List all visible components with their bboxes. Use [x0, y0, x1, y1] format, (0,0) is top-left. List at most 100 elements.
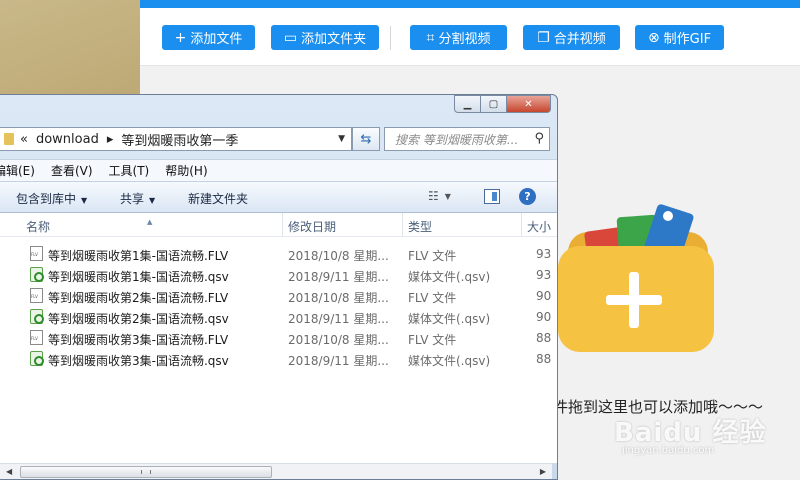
- share-label: 共享: [120, 192, 145, 206]
- file-name: 等到烟暖雨收第3集-国语流畅.qsv: [48, 354, 229, 368]
- add-folder-label: 添加文件夹: [301, 32, 367, 47]
- include-in-library-button[interactable]: 包含到库中 ▼: [16, 190, 87, 207]
- column-name[interactable]: 名称: [26, 218, 50, 235]
- merge-video-label: 合并视频: [553, 32, 606, 47]
- column-divider[interactable]: [521, 213, 522, 237]
- file-type: 媒体文件(.qsv): [408, 270, 491, 284]
- column-size[interactable]: 大小: [527, 218, 551, 235]
- menu-edit[interactable]: 编辑(E): [0, 162, 35, 179]
- file-date: 2018/9/11 星期...: [288, 270, 389, 284]
- column-divider[interactable]: [402, 213, 403, 237]
- file-date: 2018/9/11 星期...: [288, 354, 389, 368]
- refresh-icon: ⇆: [360, 131, 372, 147]
- menu-tools[interactable]: 工具(T): [109, 162, 150, 179]
- help-icon[interactable]: ?: [519, 188, 536, 205]
- file-row[interactable]: 等到烟暖雨收第1集-国语流畅.qsv 2018/9/11 星期... 媒体文件(…: [0, 264, 557, 285]
- file-size: 90: [536, 289, 552, 303]
- file-name: 等到烟暖雨收第1集-国语流畅.FLV: [48, 249, 229, 263]
- breadcrumb-overflow[interactable]: «: [20, 132, 28, 147]
- address-row: « download ▸ 等到烟暖雨收第一季 ▼ ⇆ 搜索 等到烟暖雨收第...…: [0, 127, 557, 151]
- menu-help[interactable]: 帮助(H): [165, 162, 207, 179]
- menu-view[interactable]: 查看(V): [51, 162, 93, 179]
- make-gif-button[interactable]: ⊗ 制作GIF: [635, 25, 724, 50]
- qsv-file-icon: [30, 351, 44, 366]
- file-row[interactable]: 等到烟暖雨收第2集-国语流畅.FLV 2018/10/8 星期... FLV 文…: [0, 285, 557, 306]
- merge-icon: ❐: [537, 29, 550, 46]
- horizontal-scrollbar[interactable]: ◀ ▶: [0, 463, 552, 479]
- minimize-icon: ▁: [463, 98, 472, 110]
- file-row[interactable]: 等到烟暖雨收第2集-国语流畅.qsv 2018/9/11 星期... 媒体文件(…: [0, 306, 557, 327]
- breadcrumb-current-folder[interactable]: 等到烟暖雨收第一季: [121, 130, 238, 149]
- column-date[interactable]: 修改日期: [288, 218, 336, 235]
- breadcrumb-download[interactable]: download: [36, 132, 99, 147]
- file-row[interactable]: 等到烟暖雨收第3集-国语流畅.qsv 2018/9/11 星期... 媒体文件(…: [0, 348, 557, 369]
- minimize-button[interactable]: ▁: [454, 95, 481, 113]
- share-button[interactable]: 共享 ▼: [120, 190, 155, 207]
- file-row[interactable]: 等到烟暖雨收第1集-国语流畅.FLV 2018/10/8 星期... FLV 文…: [0, 243, 557, 264]
- scrollbar-thumb[interactable]: [20, 466, 272, 478]
- preview-pane-icon[interactable]: [484, 189, 500, 204]
- file-type: FLV 文件: [408, 333, 457, 347]
- command-bar: 包含到库中 ▼ 共享 ▼ 新建文件夹 ☷ ▼ ?: [0, 181, 557, 213]
- toolbar-divider: [390, 26, 391, 50]
- window-controls: ▁ ▢ ✕: [454, 95, 551, 113]
- file-type: 媒体文件(.qsv): [408, 312, 491, 326]
- view-options-button[interactable]: ☷ ▼: [428, 189, 451, 203]
- merge-video-button[interactable]: ❐ 合并视频: [523, 25, 620, 50]
- column-headers: ▲ 名称 修改日期 类型 大小: [0, 213, 557, 237]
- flv-file-icon: [30, 288, 43, 303]
- baidu-watermark-url: jingyan.baidu.com: [622, 445, 715, 456]
- search-placeholder: 搜索 等到烟暖雨收第...: [395, 132, 519, 147]
- file-date: 2018/10/8 星期...: [288, 291, 389, 305]
- file-type: 媒体文件(.qsv): [408, 354, 491, 368]
- flv-file-icon: [30, 330, 43, 345]
- file-name: 等到烟暖雨收第2集-国语流畅.qsv: [48, 312, 229, 326]
- folder-icon: ▭: [283, 29, 298, 46]
- file-type: FLV 文件: [408, 291, 457, 305]
- maximize-icon: ▢: [488, 98, 499, 110]
- add-file-label: 添加文件: [190, 32, 243, 47]
- file-size: 88: [536, 331, 552, 345]
- search-input[interactable]: 搜索 等到烟暖雨收第... ⚲: [384, 127, 550, 151]
- file-list: ▲ 名称 修改日期 类型 大小 等到烟暖雨收第1集-国语流畅.FLV 2018/…: [0, 213, 557, 463]
- address-bar[interactable]: « download ▸ 等到烟暖雨收第一季 ▼: [0, 127, 352, 151]
- chevron-down-icon[interactable]: ▼: [338, 134, 345, 144]
- add-folder-drop-icon[interactable]: [556, 198, 716, 358]
- scroll-right-icon[interactable]: ▶: [540, 467, 546, 476]
- link-icon: ⊗: [647, 29, 660, 46]
- add-file-button[interactable]: + 添加文件: [162, 25, 255, 50]
- app-title-strip: [140, 0, 800, 8]
- folder-small-icon: [4, 133, 14, 145]
- split-video-button[interactable]: ⌗ 分割视频: [410, 25, 507, 50]
- new-folder-button[interactable]: 新建文件夹: [188, 190, 248, 207]
- file-name: 等到烟暖雨收第1集-国语流畅.qsv: [48, 270, 229, 284]
- scroll-left-icon[interactable]: ◀: [6, 467, 12, 476]
- chevron-down-icon: ▼: [149, 196, 156, 205]
- column-divider[interactable]: [282, 213, 283, 237]
- file-date: 2018/10/8 星期...: [288, 249, 389, 263]
- chevron-down-icon: ▼: [444, 191, 451, 201]
- close-icon: ✕: [524, 98, 533, 110]
- breadcrumb-separator-icon: ▸: [106, 131, 114, 147]
- close-button[interactable]: ✕: [507, 95, 551, 113]
- file-date: 2018/9/11 星期...: [288, 312, 389, 326]
- file-size: 88: [536, 352, 552, 366]
- menu-bar: 编辑(E) 查看(V) 工具(T) 帮助(H): [0, 159, 557, 181]
- qsv-file-icon: [30, 309, 44, 324]
- qsv-file-icon: [30, 267, 44, 282]
- crop-icon: ⌗: [426, 29, 435, 46]
- search-icon[interactable]: ⚲: [534, 131, 544, 146]
- file-size: 93: [536, 247, 552, 261]
- include-in-library-label: 包含到库中: [16, 192, 77, 206]
- file-name: 等到烟暖雨收第3集-国语流畅.FLV: [48, 333, 229, 347]
- column-type[interactable]: 类型: [408, 218, 432, 235]
- sort-ascending-icon: ▲: [147, 218, 153, 226]
- add-folder-button[interactable]: ▭ 添加文件夹: [271, 25, 379, 50]
- file-date: 2018/10/8 星期...: [288, 333, 389, 347]
- file-size: 93: [536, 268, 552, 282]
- file-row[interactable]: 等到烟暖雨收第3集-国语流畅.FLV 2018/10/8 星期... FLV 文…: [0, 327, 557, 348]
- maximize-button[interactable]: ▢: [481, 95, 507, 113]
- app-toolbar: + 添加文件 ▭ 添加文件夹 ⌗ 分割视频 ❐ 合并视频 ⊗ 制作GIF: [140, 8, 800, 66]
- file-size: 90: [536, 310, 552, 324]
- refresh-button[interactable]: ⇆: [352, 127, 380, 151]
